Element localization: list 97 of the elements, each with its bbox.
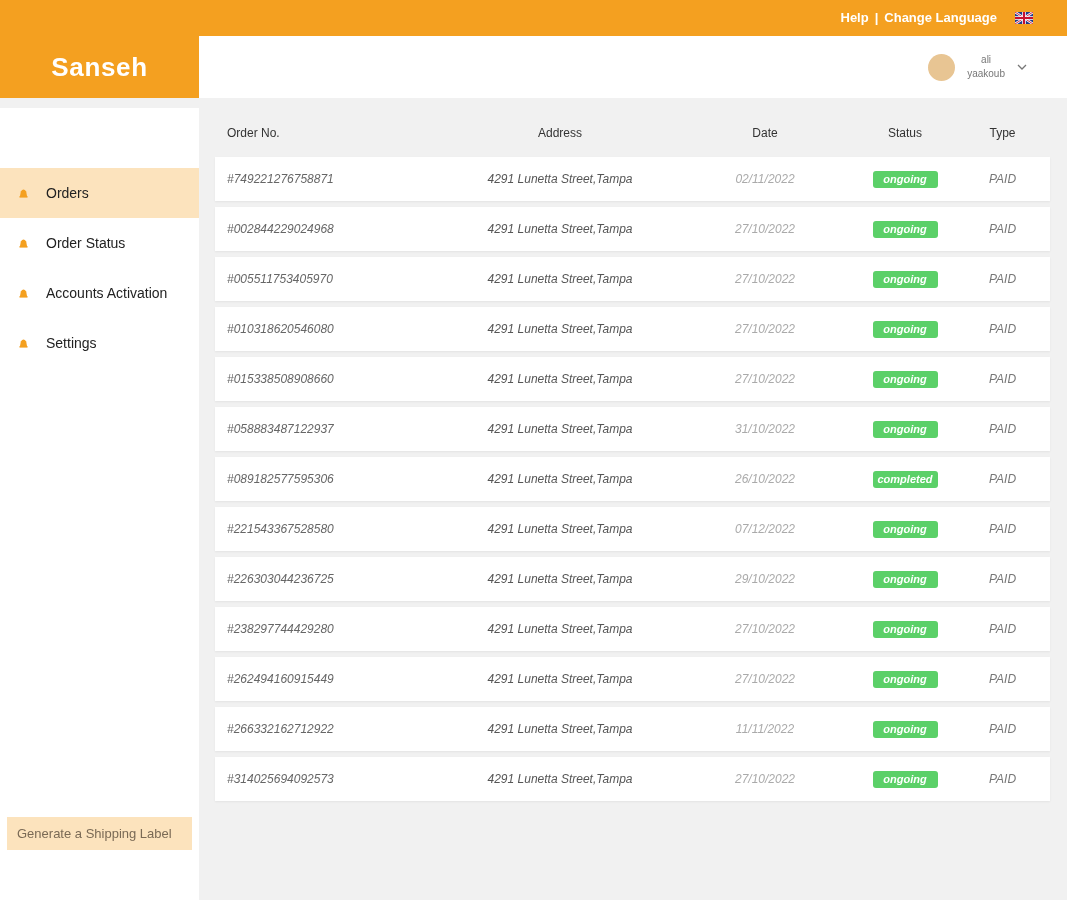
order-number: #089182577595306: [226, 471, 335, 488]
status-badge: ongoing: [872, 520, 938, 538]
bell-icon: [19, 188, 28, 198]
order-number: #266332162712922: [226, 721, 335, 738]
type: PAID: [987, 621, 1018, 638]
status-badge: ongoing: [872, 270, 938, 288]
order-number: #015338508908660: [226, 371, 335, 388]
order-number: #226303044236725: [226, 571, 335, 588]
bell-icon: [19, 238, 28, 248]
order-number: #005511753405970: [226, 271, 334, 288]
order-number: #262494160915449: [226, 671, 335, 688]
column-header: Type: [988, 124, 1017, 142]
type: PAID: [987, 371, 1018, 388]
status-badge: ongoing: [872, 720, 938, 738]
status-badge: ongoing: [872, 220, 938, 238]
status-badge: ongoing: [872, 170, 938, 188]
status-badge: completed: [872, 470, 938, 488]
status-badge: ongoing: [872, 770, 938, 788]
type: PAID: [987, 471, 1018, 488]
type: PAID: [987, 671, 1018, 688]
type: PAID: [987, 721, 1018, 738]
address: 4291 Lunetta Street,Tampa: [486, 571, 634, 588]
address: 4291 Lunetta Street,Tampa: [486, 171, 634, 188]
date: 27/10/2022: [733, 321, 797, 338]
status-badge: ongoing: [872, 670, 938, 688]
type: PAID: [987, 321, 1018, 338]
order-number: #221543367528580: [226, 521, 335, 538]
type: PAID: [987, 171, 1018, 188]
status-badge: ongoing: [872, 320, 938, 338]
table-row[interactable]: #015338508908660 4291 Lunetta Street,Tampa 27/10/2022 ongoing PAID: [215, 357, 1050, 401]
type: PAID: [987, 421, 1018, 438]
address: 4291 Lunetta Street,Tampa: [486, 321, 634, 338]
table-row[interactable]: #005511753405970 4291 Lunetta Street,Tampa 27/10/2022 ongoing PAID: [215, 257, 1050, 301]
generate-shipping-label-button[interactable]: Generate a Shipping Label: [7, 817, 192, 850]
table-row[interactable]: #221543367528580 4291 Lunetta Street,Tampa 07/12/2022 ongoing PAID: [215, 507, 1050, 551]
date: 31/10/2022: [733, 421, 797, 438]
column-header: Address: [537, 124, 583, 142]
flag-icon[interactable]: [1015, 12, 1033, 24]
order-number: #002844229024968: [226, 221, 335, 238]
date: 27/10/2022: [733, 371, 797, 388]
type: PAID: [987, 221, 1018, 238]
date: 27/10/2022: [733, 771, 797, 788]
address: 4291 Lunetta Street,Tampa: [486, 471, 634, 488]
address: 4291 Lunetta Street,Tampa: [486, 721, 634, 738]
order-number: #238297744429280: [226, 621, 335, 638]
type: PAID: [987, 521, 1018, 538]
order-number: #314025694092573: [226, 771, 335, 788]
status-badge: ongoing: [872, 570, 938, 588]
order-number: #058883487122937: [226, 421, 335, 438]
sidebar-item[interactable]: Accounts Activation: [0, 268, 199, 318]
user-first-name: ali: [981, 53, 992, 67]
address: 4291 Lunetta Street,Tampa: [486, 521, 634, 538]
table-row[interactable]: #266332162712922 4291 Lunetta Street,Tampa 11/11/2022 ongoing PAID: [215, 707, 1050, 751]
date: 27/10/2022: [733, 671, 797, 688]
date: 02/11/2022: [734, 171, 796, 188]
column-header: Status: [887, 124, 923, 142]
table-row[interactable]: #002844229024968 4291 Lunetta Street,Tampa 27/10/2022 ongoing PAID: [215, 207, 1050, 251]
date: 07/12/2022: [733, 521, 797, 538]
table-row[interactable]: #226303044236725 4291 Lunetta Street,Tampa 29/10/2022 ongoing PAID: [215, 557, 1050, 601]
order-number: #749221276758871: [226, 171, 335, 188]
table-row[interactable]: #749221276758871 4291 Lunetta Street,Tampa 02/11/2022 ongoing PAID: [215, 157, 1050, 201]
date: 27/10/2022: [733, 221, 797, 238]
sidebar-item[interactable]: Orders: [0, 168, 199, 218]
separator: |: [874, 9, 879, 28]
table-row[interactable]: #058883487122937 4291 Lunetta Street,Tampa 31/10/2022 ongoing PAID: [215, 407, 1050, 451]
status-badge: ongoing: [872, 620, 938, 638]
table-row[interactable]: #010318620546080 4291 Lunetta Street,Tampa 27/10/2022 ongoing PAID: [215, 307, 1050, 351]
table-row[interactable]: #314025694092573 4291 Lunetta Street,Tampa 27/10/2022 ongoing PAID: [215, 757, 1050, 801]
sidebar-item[interactable]: Settings: [0, 318, 199, 368]
table-row[interactable]: #262494160915449 4291 Lunetta Street,Tampa 27/10/2022 ongoing PAID: [215, 657, 1050, 701]
address: 4291 Lunetta Street,Tampa: [486, 621, 634, 638]
column-header: Order No.: [226, 124, 281, 142]
address: 4291 Lunetta Street,Tampa: [486, 771, 634, 788]
chevron-down-icon[interactable]: [1017, 64, 1027, 70]
address: 4291 Lunetta Street,Tampa: [486, 221, 634, 238]
type: PAID: [987, 271, 1018, 288]
date: 27/10/2022: [733, 621, 797, 638]
type: PAID: [987, 571, 1018, 588]
date: 26/10/2022: [733, 471, 797, 488]
bell-icon: [19, 338, 28, 348]
date: 11/11/2022: [734, 721, 796, 738]
address: 4291 Lunetta Street,Tampa: [486, 371, 634, 388]
status-badge: ongoing: [872, 420, 938, 438]
date: 29/10/2022: [733, 571, 797, 588]
order-number: #010318620546080: [226, 321, 335, 338]
table-row[interactable]: #238297744429280 4291 Lunetta Street,Tampa 27/10/2022 ongoing PAID: [215, 607, 1050, 651]
address: 4291 Lunetta Street,Tampa: [486, 421, 634, 438]
address: 4291 Lunetta Street,Tampa: [486, 671, 634, 688]
address: 4291 Lunetta Street,Tampa: [486, 271, 634, 288]
user-last-name: yaakoub: [967, 67, 1005, 81]
type: PAID: [987, 771, 1018, 788]
sidebar-item[interactable]: Order Status: [0, 218, 199, 268]
status-badge: ongoing: [872, 370, 938, 388]
bell-icon: [19, 288, 28, 298]
column-header: Date: [751, 124, 779, 142]
date: 27/10/2022: [733, 271, 797, 288]
table-row[interactable]: #089182577595306 4291 Lunetta Street,Tampa 26/10/2022 completed PAID: [215, 457, 1050, 501]
